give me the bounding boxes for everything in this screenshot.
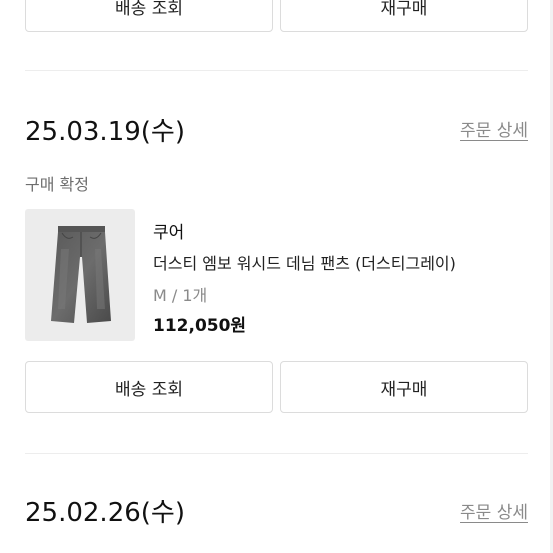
order-history-page: 배송 조회 재구매 25.03.19(수) 주문 상세 구매 확정 쿠어 더스티… (0, 0, 553, 553)
order-divider (25, 70, 528, 71)
product-name[interactable]: 더스티 엠보 워시드 데님 팬츠 (더스티그레이) (153, 250, 456, 274)
order-status: 구매 확정 (25, 175, 89, 194)
order-date: 25.02.26(수) (25, 498, 185, 528)
tracking-button-label: 배송 조회 (115, 0, 183, 19)
order-divider (25, 453, 528, 454)
order-detail-link[interactable]: 주문 상세 (460, 498, 528, 523)
product-price: 112,050원 (153, 316, 247, 336)
rebuy-button[interactable]: 재구매 (280, 0, 528, 32)
product-thumbnail[interactable] (25, 209, 135, 341)
rebuy-button-label: 재구매 (380, 379, 428, 400)
tracking-button[interactable]: 배송 조회 (25, 0, 273, 32)
rebuy-button-label: 재구매 (380, 0, 428, 19)
order-date: 25.03.19(수) (25, 117, 185, 147)
rebuy-button[interactable]: 재구매 (280, 361, 528, 413)
tracking-button[interactable]: 배송 조회 (25, 361, 273, 413)
product-option: M / 1개 (153, 286, 208, 305)
tracking-button-label: 배송 조회 (115, 379, 183, 400)
product-brand[interactable]: 쿠어 (153, 218, 184, 243)
denim-pants-icon (51, 226, 111, 323)
order-detail-link[interactable]: 주문 상세 (460, 116, 528, 141)
